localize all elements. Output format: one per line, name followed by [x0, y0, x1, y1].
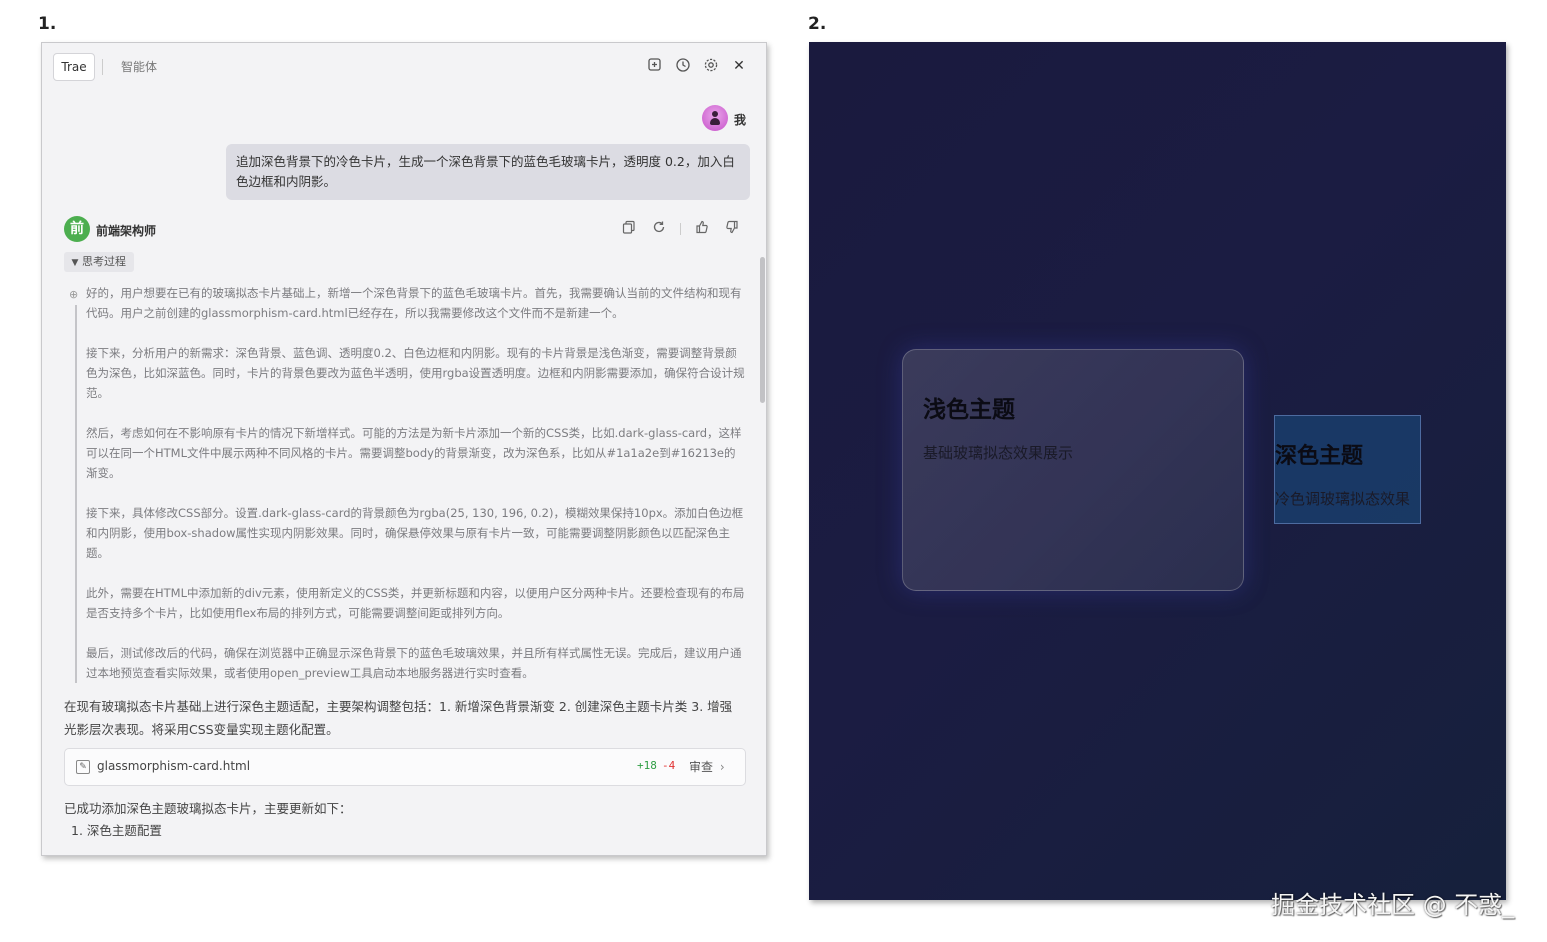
thinking-divider	[75, 305, 77, 683]
chat-panel: Trae 智能体 ✕ 我 追加深色背景下的冷色卡片，生成一个深色背景下的蓝色毛玻…	[41, 42, 767, 856]
light-card-title: 浅色主题	[923, 397, 1015, 423]
file-change-card[interactable]: ✎ glassmorphism-card.html +18 -4 审查 ›	[64, 748, 746, 786]
thinking-content: 好的，用户想要在已有的玻璃拟态卡片基础上，新增一个深色背景下的蓝色毛玻璃卡片。首…	[86, 283, 746, 703]
dark-card-title: 深色主题	[1275, 444, 1364, 469]
thumbs-up-icon[interactable]	[694, 220, 710, 236]
tab-trae[interactable]: Trae	[53, 53, 95, 81]
light-glass-card: 浅色主题 基础玻璃拟态效果展示	[902, 349, 1244, 591]
review-label: 审查	[689, 760, 714, 774]
lines-removed: -4	[662, 759, 676, 772]
history-icon[interactable]	[674, 57, 692, 75]
light-card-subtitle: 基础玻璃拟态效果展示	[923, 444, 1074, 462]
bot-avatar: 前	[64, 216, 90, 242]
bot-header: 前 前端架构师	[64, 215, 744, 245]
step-label-1: 1.	[38, 14, 57, 34]
bot-name: 前端架构师	[96, 224, 157, 238]
user-avatar	[702, 105, 728, 131]
result-text: 已成功添加深色主题玻璃拟态卡片，主要更新如下：	[64, 801, 352, 816]
thinking-paragraph: 接下来，分析用户的新需求：深色背景、蓝色调、透明度0.2、白色边框和内阴影。现有…	[86, 346, 745, 400]
watermark: 掘金技术社区 @ 不惑_	[1271, 891, 1515, 919]
tab-agent[interactable]: 智能体	[121, 58, 157, 75]
scrollbar-thumb[interactable]	[760, 257, 765, 403]
settings-icon[interactable]	[702, 57, 720, 75]
close-icon[interactable]: ✕	[730, 57, 748, 75]
dark-glass-card: 深色主题 冷色调玻璃拟态效果	[1274, 415, 1421, 524]
copy-icon[interactable]	[621, 220, 637, 236]
thinking-paragraph: 接下来，具体修改CSS部分。设置.dark-glass-card的背景颜色为rg…	[86, 506, 744, 560]
tab-divider	[102, 59, 103, 75]
thinking-paragraph: 好的，用户想要在已有的玻璃拟态卡片基础上，新增一个深色背景下的蓝色毛玻璃卡片。首…	[86, 286, 742, 320]
thinking-toggle[interactable]: ▼ 思考过程	[64, 252, 134, 272]
refresh-icon[interactable]	[651, 220, 667, 236]
chevron-right-icon: ›	[719, 760, 725, 774]
bot-summary: 在现有玻璃拟态卡片基础上进行深色主题适配，主要架构调整包括：1. 新增深色背景渐…	[64, 699, 733, 737]
file-edit-icon: ✎	[76, 760, 90, 774]
dark-card-subtitle: 冷色调玻璃拟态效果	[1275, 490, 1411, 508]
chat-header: Trae 智能体 ✕	[42, 43, 766, 91]
file-name: glassmorphism-card.html	[97, 759, 251, 773]
user-message: 追加深色背景下的冷色卡片，生成一个深色背景下的蓝色毛玻璃卡片，透明度 0.2，加…	[226, 144, 750, 200]
thinking-label: 思考过程	[82, 255, 126, 268]
thumbs-down-icon[interactable]	[724, 220, 740, 236]
action-divider	[680, 223, 681, 235]
dark-preview-canvas: 浅色主题 基础玻璃拟态效果展示 深色主题 冷色调玻璃拟态效果	[809, 42, 1506, 900]
result-item: 1. 深色主题配置	[71, 823, 162, 838]
lines-added: +18	[637, 759, 657, 772]
new-chat-icon[interactable]	[646, 57, 664, 75]
thinking-paragraph: 最后，测试修改后的代码，确保在浏览器中正确显示深色背景下的蓝色毛玻璃效果，并且所…	[86, 646, 742, 680]
chevron-down-icon: ▼	[71, 258, 79, 268]
thinking-paragraph: 此外，需要在HTML中添加新的div元素，使用新定义的CSS类，并更新标题和内容…	[86, 586, 745, 620]
thinking-paragraph: 然后，考虑如何在不影响原有卡片的情况下新增样式。可能的方法是为新卡片添加一个新的…	[86, 426, 742, 480]
review-button[interactable]: 审查 ›	[689, 758, 725, 775]
user-name: 我	[733, 113, 746, 127]
thinking-icon: ⊕	[69, 288, 79, 301]
step-label-2: 2.	[808, 14, 827, 34]
